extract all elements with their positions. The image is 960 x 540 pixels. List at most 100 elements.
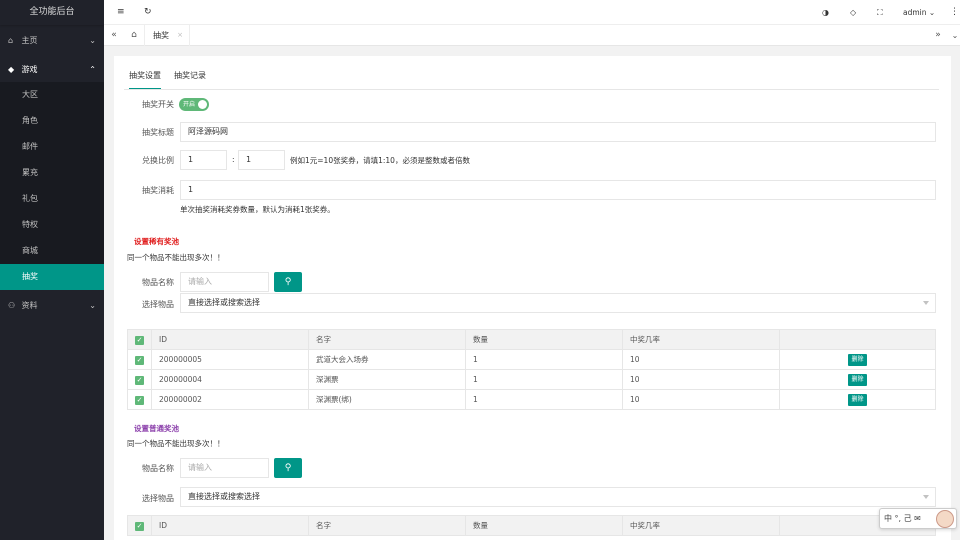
sidebar-item-privilege[interactable]: 特权	[0, 212, 104, 238]
table-row: ✓ 200000005 武道大会入场券 1 10 删除	[127, 349, 936, 370]
tab-label: 抽奖	[153, 31, 169, 40]
cell-name: 深渊票(绑)	[308, 389, 466, 410]
sidebar-item-label: 资料	[21, 301, 38, 310]
cell-id: 200000002	[151, 389, 309, 410]
sidebar-item-shop[interactable]: 商城	[0, 238, 104, 264]
cell-rate: 10	[622, 389, 780, 410]
tab-lottery-settings[interactable]: 抽奖设置	[129, 66, 161, 90]
select-all-checkbox[interactable]: ✓	[127, 515, 152, 536]
rare-select-label: 选择物品	[142, 300, 174, 309]
col-id: ID	[151, 329, 309, 350]
col-qty: 数量	[465, 329, 623, 350]
col-name: 名字	[308, 329, 466, 350]
rare-pool-title: 设置稀有奖池	[134, 237, 179, 246]
select-value: 直接选择或搜索选择	[188, 298, 260, 307]
title-label: 抽奖标题	[142, 128, 174, 137]
theme-icon[interactable]: ◑	[822, 0, 829, 25]
rare-name-input[interactable]: 请输入	[180, 272, 269, 292]
refresh-icon[interactable]: ↻	[144, 0, 152, 25]
search-icon: ⚲	[284, 463, 292, 473]
sidebar-item-recharge[interactable]: 累充	[0, 160, 104, 186]
chevron-down-icon: ⌄	[89, 36, 96, 45]
switch-label: 抽奖开关	[142, 100, 174, 109]
table-row: ✓ 200000004 深渊票 1 10 删除	[127, 369, 936, 390]
sidebar-item-label: 游戏	[21, 65, 38, 74]
table-row: ✓ 200000002 深渊票(绑) 1 10 删除	[127, 389, 936, 410]
cell-action: 删除	[779, 389, 936, 410]
lottery-toggle[interactable]: 开启	[179, 98, 209, 111]
col-action	[779, 329, 936, 350]
delete-button[interactable]: 删除	[848, 353, 867, 366]
rare-item-select[interactable]: 直接选择或搜索选择	[180, 293, 936, 313]
sidebar-item-lottery[interactable]: 抽奖	[0, 264, 104, 290]
sidebar-item-region[interactable]: 大区	[0, 82, 104, 108]
sidebar-item-data[interactable]: ⚇ 资料 ⌄	[0, 293, 104, 318]
tab-divider	[124, 89, 939, 90]
close-icon[interactable]: ×	[177, 25, 183, 46]
user-menu[interactable]: admin ⌄	[903, 0, 935, 25]
sidebar-item-game[interactable]: ◆ 游戏 ⌃	[0, 57, 104, 82]
sidebar-item-label: 主页	[21, 36, 38, 45]
rare-search-button[interactable]: ⚲	[274, 272, 302, 292]
col-rate: 中奖几率	[622, 515, 780, 536]
normal-name-label: 物品名称	[142, 464, 174, 473]
cell-qty: 1	[465, 369, 623, 390]
cell-action: 删除	[779, 369, 936, 390]
cell-name: 深渊票	[308, 369, 466, 390]
col-id: ID	[151, 515, 309, 536]
more-icon[interactable]: ⋮	[950, 0, 959, 25]
rare-pool-warning: 同一个物品不能出现多次！！	[127, 253, 225, 262]
normal-select-label: 选择物品	[142, 494, 174, 503]
sidebar-item-role[interactable]: 角色	[0, 108, 104, 134]
cell-id: 200000004	[151, 369, 309, 390]
cell-action: 删除	[779, 349, 936, 370]
toggle-knob	[198, 100, 207, 109]
row-checkbox[interactable]: ✓	[127, 389, 152, 410]
select-value: 直接选择或搜索选择	[188, 492, 260, 501]
delete-button[interactable]: 删除	[848, 393, 867, 406]
ime-toolbar[interactable]: 中 °, 己 ✉	[879, 508, 957, 529]
chevron-up-icon: ⌃	[89, 65, 96, 74]
delete-button[interactable]: 删除	[848, 373, 867, 386]
normal-name-input[interactable]: 请输入	[180, 458, 269, 478]
tab-lottery[interactable]: 抽奖 ×	[144, 25, 190, 46]
cost-hint: 单次抽奖消耗奖券数量，默认为消耗1张奖券。	[180, 205, 335, 214]
sidebar-item-mail[interactable]: 邮件	[0, 134, 104, 160]
menu-toggle-icon[interactable]: ≡	[117, 0, 125, 25]
chevron-down-icon[interactable]: ⌄	[948, 25, 960, 46]
row-checkbox[interactable]: ✓	[127, 349, 152, 370]
ratio-separator: :	[232, 155, 235, 164]
rare-pool-table: ✓ ID 名字 数量 中奖几率 ✓ 200000005 武道大会入场券 1 10…	[127, 329, 936, 410]
sidebar-submenu: 大区 角色 邮件 累充 礼包 特权 商城 抽奖	[0, 82, 104, 290]
tab-lottery-records[interactable]: 抽奖记录	[174, 66, 206, 90]
sidebar: 全功能后台 ⌂ 主页 ⌄ ◆ 游戏 ⌃ 大区 角色 邮件 累充 礼包 特权 商城…	[0, 0, 104, 540]
ime-text: 中 °, 己 ✉	[884, 514, 921, 523]
cell-id: 200000005	[151, 349, 309, 370]
tag-icon[interactable]: ◇	[850, 0, 856, 25]
ratio-hint: 例如1元=10张奖券，请填1:10，必须是整数或者倍数	[290, 156, 470, 165]
sidebar-item-home[interactable]: ⌂ 主页 ⌄	[0, 28, 104, 53]
cell-qty: 1	[465, 389, 623, 410]
cell-qty: 1	[465, 349, 623, 370]
cell-rate: 10	[622, 349, 780, 370]
diamond-icon: ◆	[8, 65, 15, 74]
select-all-checkbox[interactable]: ✓	[127, 329, 152, 350]
normal-search-button[interactable]: ⚲	[274, 458, 302, 478]
tabs-left-icon[interactable]: «	[104, 25, 124, 46]
sidebar-item-gift[interactable]: 礼包	[0, 186, 104, 212]
title-input[interactable]: 阿泽源码网	[180, 122, 936, 142]
home-tab-icon[interactable]: ⌂	[126, 25, 142, 46]
top-header: ≡ ↻ ◑ ◇ ⛶ admin ⌄ ⋮	[104, 0, 960, 25]
cell-name: 武道大会入场券	[308, 349, 466, 370]
rare-name-label: 物品名称	[142, 278, 174, 287]
ratio-right-input[interactable]: 1	[238, 150, 285, 170]
app-logo: 全功能后台	[0, 0, 104, 25]
ratio-left-input[interactable]: 1	[180, 150, 227, 170]
toggle-text: 开启	[183, 101, 196, 108]
tabs-right-icon[interactable]: »	[930, 25, 946, 46]
normal-item-select[interactable]: 直接选择或搜索选择	[180, 487, 936, 507]
normal-pool-table: ✓ ID 名字 数量 中奖几率	[127, 515, 936, 536]
cost-input[interactable]: 1	[180, 180, 936, 200]
row-checkbox[interactable]: ✓	[127, 369, 152, 390]
fullscreen-icon[interactable]: ⛶	[877, 0, 883, 25]
